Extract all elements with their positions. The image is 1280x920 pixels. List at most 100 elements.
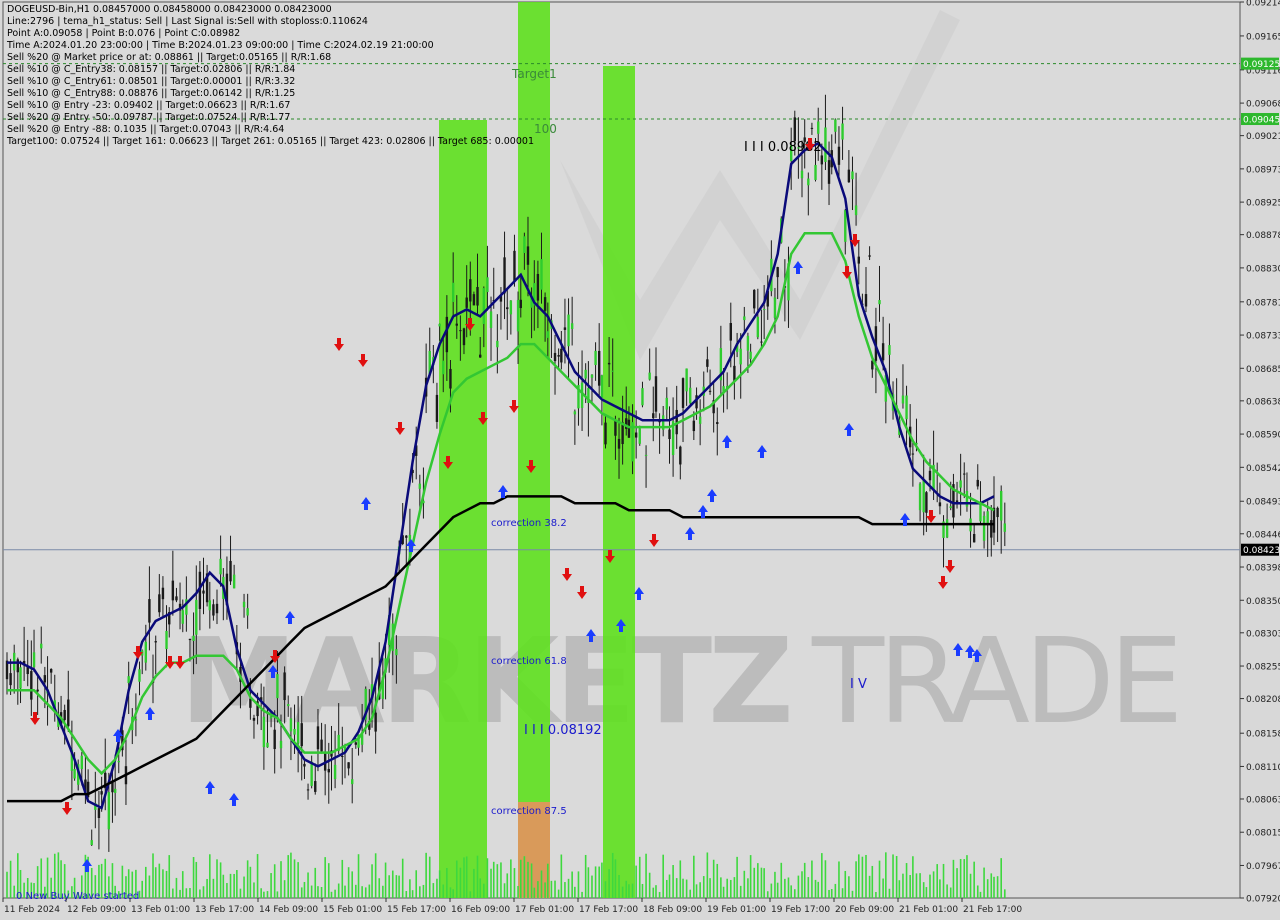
volume-bar — [401, 858, 404, 898]
volume-bar — [848, 876, 850, 898]
candle-body — [479, 354, 482, 358]
volume-bar — [506, 873, 509, 898]
volume-bar — [172, 888, 174, 898]
volume-bar — [222, 874, 225, 898]
y-tick-label: 0.07920 — [1246, 895, 1280, 905]
candle-body — [841, 123, 844, 140]
volume-bar — [554, 880, 556, 898]
candle-body — [644, 454, 648, 456]
volume-bar — [851, 890, 854, 898]
volume-bar — [990, 873, 993, 898]
candle-body — [351, 779, 354, 785]
volume-bar — [500, 862, 502, 898]
volume-bar — [320, 887, 323, 898]
volume-bar — [395, 875, 398, 898]
candle-body — [489, 311, 493, 328]
volume-bar — [503, 883, 506, 898]
volume-bar — [871, 865, 874, 898]
y-tick-label: 0.08493 — [1246, 498, 1280, 508]
candle-body — [19, 667, 22, 689]
volume-bar — [158, 863, 161, 898]
x-tick-label: 15 Feb 17:00 — [387, 905, 446, 915]
volume-bar — [492, 861, 495, 898]
volume-bar — [486, 858, 489, 898]
volume-bar — [736, 856, 738, 898]
volume-bar — [932, 871, 935, 898]
volume-bar — [885, 852, 887, 898]
candle-body — [519, 299, 522, 309]
volume-bar — [983, 867, 985, 898]
volume-bar — [587, 867, 590, 898]
candle-body — [706, 359, 709, 367]
candle-body — [310, 761, 313, 786]
volume-bar — [310, 885, 313, 898]
volume-bar — [432, 883, 435, 898]
volume-bar — [330, 891, 333, 898]
volume-bar — [770, 883, 773, 898]
candle-body — [868, 255, 871, 257]
candle-body — [341, 756, 344, 758]
candle-body — [165, 630, 168, 650]
candle-body — [219, 558, 222, 575]
candle-body — [959, 480, 962, 488]
volume-bar — [604, 881, 607, 898]
candle-body — [648, 372, 651, 380]
candle-body — [570, 323, 574, 330]
candle-body — [543, 297, 547, 311]
volume-bar — [720, 877, 722, 898]
candle-body — [100, 791, 103, 795]
x-tick-label: 17 Feb 01:00 — [515, 905, 574, 915]
volume-bar — [868, 875, 871, 898]
volume-bar — [875, 891, 877, 898]
candle-body — [573, 411, 577, 415]
volume-bar — [733, 877, 736, 898]
candle-body — [627, 419, 631, 438]
volume-bar — [273, 864, 276, 898]
volume-bar — [648, 872, 651, 898]
volume-bar — [790, 885, 792, 898]
volume-bar — [263, 891, 265, 898]
volume-bar — [709, 878, 711, 898]
volume-bar — [449, 887, 452, 898]
info-line-status: Line:2796 | tema_h1_status: Sell | Last … — [7, 16, 368, 27]
volume-bar — [668, 874, 671, 898]
candle-body — [262, 716, 266, 748]
volume-bar — [276, 891, 279, 898]
volume-bar — [895, 856, 898, 898]
candle-body — [73, 769, 76, 779]
candle-body — [195, 599, 198, 635]
volume-bar — [689, 889, 692, 898]
candle-body — [242, 601, 246, 608]
x-tick-label: 13 Feb 01:00 — [131, 905, 190, 915]
candle-body — [979, 502, 982, 522]
volume-bar — [256, 854, 259, 898]
volume-bar — [141, 880, 144, 898]
volume-bar — [351, 871, 354, 898]
volume-bar — [165, 870, 168, 898]
volume-bar — [784, 878, 786, 898]
volume-bar — [841, 888, 844, 898]
volume-bar — [865, 854, 867, 898]
volume-bar — [428, 856, 431, 898]
volume-bar — [382, 885, 384, 898]
candle-body — [300, 723, 303, 747]
volume-bar — [567, 878, 570, 898]
volume-bar — [411, 890, 414, 898]
x-tick-label: 21 Feb 17:00 — [963, 905, 1022, 915]
volume-bar — [442, 884, 445, 898]
volume-bar — [693, 855, 695, 898]
candle-body — [590, 374, 594, 378]
chart-area: MARKETZTRADETarget1100I I I 0.08982I I I… — [0, 0, 1280, 920]
x-tick-label: 16 Feb 09:00 — [451, 905, 510, 915]
candle-body — [418, 483, 422, 489]
x-tick-label: 19 Feb 17:00 — [771, 905, 830, 915]
candle-body — [171, 580, 175, 601]
volume-bar — [763, 868, 765, 898]
candle-body — [749, 351, 752, 360]
volume-bar — [946, 884, 948, 898]
candle-body — [679, 446, 682, 465]
volume-bar — [878, 860, 881, 898]
volume-bar — [824, 860, 827, 898]
y-tick-label: 0.08158 — [1246, 730, 1280, 740]
volume-bar — [581, 891, 583, 898]
